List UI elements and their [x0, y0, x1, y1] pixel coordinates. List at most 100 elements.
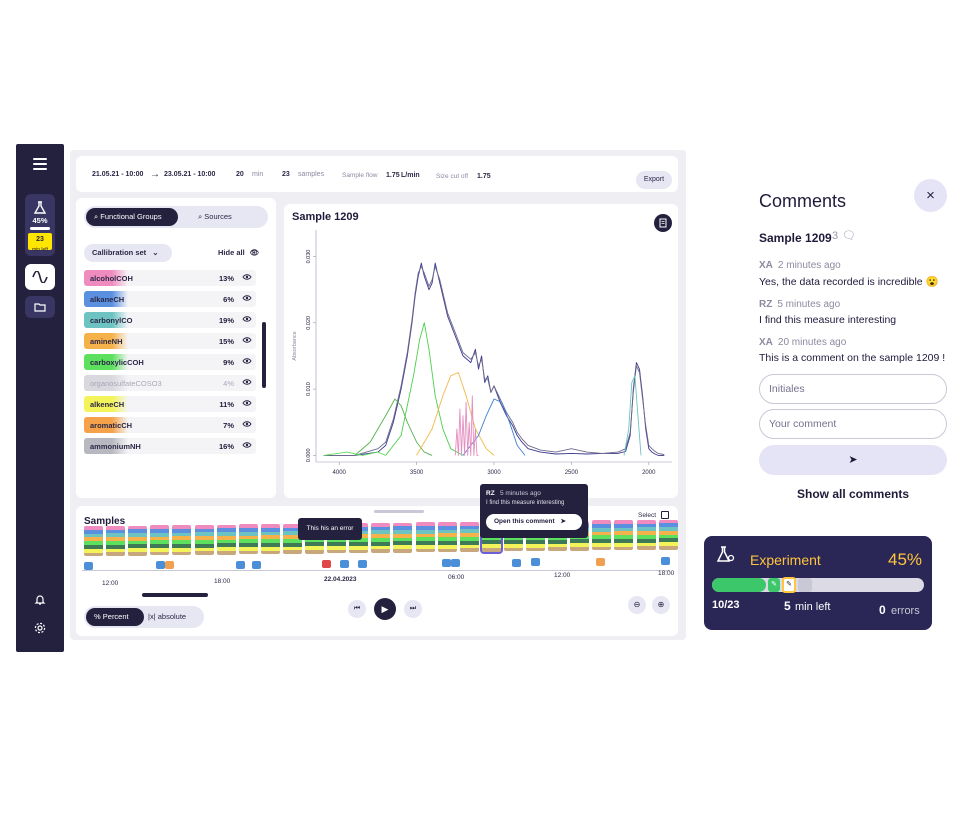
- folder-nav[interactable]: [25, 296, 55, 318]
- y-tick-label: 0.010: [306, 382, 312, 396]
- close-button[interactable]: ×: [914, 179, 947, 212]
- absolute-button[interactable]: |x| absolute: [148, 608, 202, 626]
- sample-bar[interactable]: [614, 520, 634, 550]
- eye-icon[interactable]: [242, 335, 252, 345]
- x-tick-label: 4000: [333, 470, 347, 476]
- comment-marker[interactable]: [252, 560, 261, 569]
- chevron-down-icon: ⌄: [152, 248, 159, 257]
- sample-bar[interactable]: [106, 525, 126, 556]
- tab-sources[interactable]: ⌕ Sources: [198, 208, 268, 226]
- gear-icon[interactable]: [34, 621, 46, 634]
- functional-group-row[interactable]: ammoniumNH 16%: [84, 438, 256, 454]
- eye-icon[interactable]: [242, 419, 252, 429]
- functional-group-row[interactable]: alkaneCH 6%: [84, 291, 256, 307]
- eye-icon[interactable]: [242, 398, 252, 408]
- y-tick-label: 0.000: [306, 448, 312, 462]
- functional-group-row[interactable]: carbonylCO 19%: [84, 312, 256, 328]
- sample-bar[interactable]: [415, 522, 435, 553]
- comment-marker[interactable]: [661, 557, 670, 566]
- next-button[interactable]: ⏭: [404, 600, 422, 618]
- experiment-card[interactable]: Experiment 45% ✎ ✎ 10/23 5 min left 0 er…: [704, 536, 932, 630]
- comments-title: Comments: [759, 191, 847, 211]
- comment-field[interactable]: Your comment: [759, 409, 947, 439]
- comment-marker[interactable]: [442, 559, 451, 568]
- calibration-dropdown[interactable]: Callibration set ⌄: [84, 244, 172, 262]
- comment-marker[interactable]: [340, 559, 349, 568]
- zoom-in-button[interactable]: ⊕: [652, 596, 670, 614]
- functional-group-row[interactable]: carboxylicCOH 9%: [84, 354, 256, 370]
- comment-marker[interactable]: [156, 561, 165, 570]
- percent-button[interactable]: % Percent: [86, 608, 144, 626]
- progress-current: ✎: [782, 577, 796, 593]
- percent-icon: %: [94, 612, 101, 621]
- sample-bar[interactable]: [658, 519, 678, 550]
- progress-fill: [712, 578, 766, 592]
- sample-bar[interactable]: [260, 524, 280, 554]
- list-scrollbar[interactable]: [262, 322, 266, 388]
- comment-marker[interactable]: [512, 558, 521, 567]
- comment-marker[interactable]: [451, 559, 460, 567]
- functional-group-row[interactable]: organosulfateCOSO3 4%: [84, 375, 256, 391]
- menu-icon[interactable]: [33, 158, 47, 170]
- send-button[interactable]: ➤: [759, 445, 947, 475]
- experiment-title: Experiment: [750, 552, 821, 568]
- flask-gear-icon: [716, 546, 735, 562]
- bell-icon[interactable]: [34, 593, 46, 605]
- export-button[interactable]: Export: [636, 171, 672, 189]
- warning-marker[interactable]: [596, 557, 605, 566]
- open-comment-button[interactable]: Open this comment ➤: [486, 514, 582, 530]
- eye-icon[interactable]: [242, 293, 252, 303]
- comment-marker[interactable]: [236, 560, 245, 569]
- functional-group-row[interactable]: aromaticCH 7%: [84, 417, 256, 433]
- tab-functional-groups[interactable]: ⌕ Functional Groups: [86, 208, 178, 226]
- eye-icon[interactable]: [242, 377, 252, 387]
- comment-marker[interactable]: [531, 558, 540, 567]
- functional-group-row[interactable]: amineNH 15%: [84, 333, 256, 349]
- sample-bar[interactable]: [238, 524, 258, 555]
- group-label: carbonylCO: [84, 312, 139, 328]
- sample-bar[interactable]: [150, 525, 170, 556]
- spectrum-nav[interactable]: [25, 264, 55, 290]
- eye-icon[interactable]: [242, 356, 252, 366]
- error-marker[interactable]: [322, 560, 331, 569]
- comment-marker[interactable]: [358, 559, 367, 568]
- sample-title: Sample 1209: [759, 231, 832, 245]
- sample-bar[interactable]: [592, 520, 612, 551]
- top-bar: 21.05.21 - 10:00 → 23.05.21 - 10:00 20 m…: [76, 156, 678, 192]
- functional-group-row[interactable]: alcoholCOH 13%: [84, 270, 256, 286]
- sample-bar[interactable]: [84, 526, 103, 556]
- previous-button[interactable]: ⏮: [348, 600, 366, 618]
- progress-edit: ✎: [768, 578, 780, 592]
- search-icon: ⌕: [198, 212, 203, 221]
- hide-all-button[interactable]: Hide all 👁: [218, 248, 259, 257]
- sample-bar[interactable]: [128, 525, 148, 556]
- timeline-scroll[interactable]: [142, 593, 208, 597]
- group-percent: 7%: [223, 421, 234, 430]
- group-percent: 11%: [219, 400, 234, 409]
- sample-bar[interactable]: [172, 525, 192, 555]
- sample-bar[interactable]: [636, 519, 656, 550]
- eye-icon[interactable]: [242, 440, 252, 450]
- sample-bar[interactable]: [371, 522, 391, 553]
- show-all-comments-link[interactable]: Show all comments: [797, 487, 909, 501]
- warning-marker[interactable]: [165, 561, 174, 570]
- sample-bar[interactable]: [393, 522, 413, 553]
- initials-field[interactable]: Initiales: [759, 374, 947, 404]
- functional-group-row[interactable]: alkeneCH 11%: [84, 396, 256, 412]
- sample-bar[interactable]: [459, 521, 479, 552]
- zoom-out-button[interactable]: ⊖: [628, 596, 646, 614]
- eye-icon[interactable]: [242, 314, 252, 324]
- y-tick-label: 0.020: [306, 316, 312, 330]
- mini-badge: 23 min left: [28, 232, 52, 253]
- select-checkbox[interactable]: [661, 511, 669, 519]
- comment-time: 5 minutes ago: [777, 299, 841, 310]
- comment-text: Yes, the data recorded is incredible 😮: [759, 276, 939, 288]
- sample-bar[interactable]: [194, 524, 214, 555]
- experiment-shortcut[interactable]: 45% 23 min left: [25, 194, 55, 256]
- play-button[interactable]: ▶: [374, 598, 396, 620]
- comment-marker[interactable]: [84, 561, 93, 570]
- drag-handle[interactable]: [374, 510, 424, 513]
- sample-bar[interactable]: [437, 522, 457, 552]
- eye-icon[interactable]: [242, 272, 252, 282]
- sample-bar[interactable]: [216, 524, 236, 555]
